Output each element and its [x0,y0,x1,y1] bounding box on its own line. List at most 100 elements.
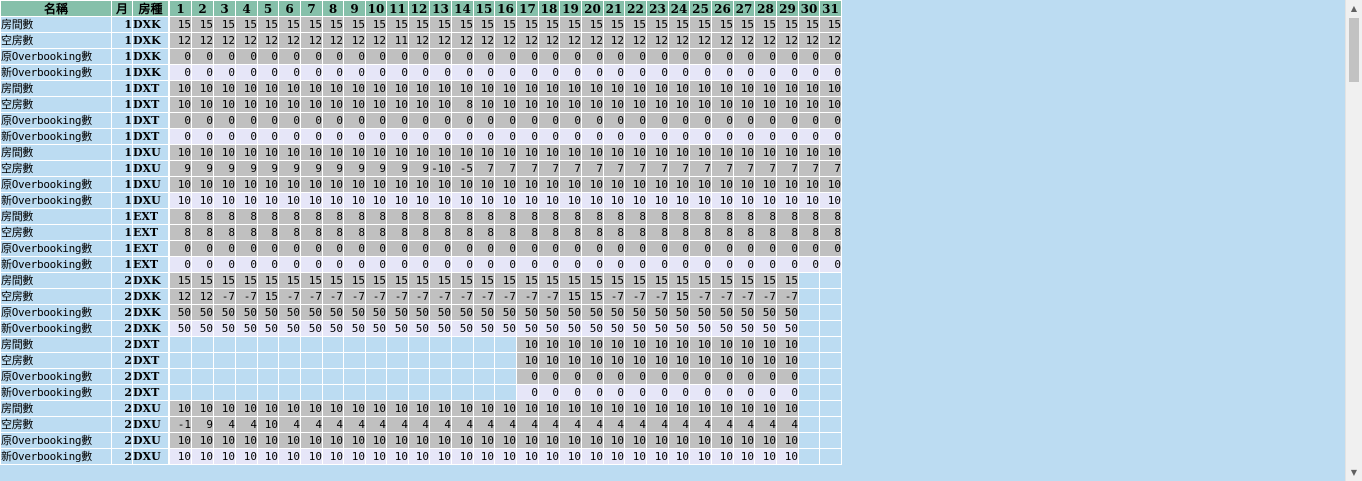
value-cell[interactable]: 12 [538,32,560,49]
value-cell[interactable]: 9 [322,160,344,177]
value-cell[interactable]: 0 [213,48,236,65]
value-cell[interactable]: 0 [581,112,604,129]
value-cell[interactable]: 0 [754,48,777,65]
value-cell[interactable]: 10 [798,176,820,193]
value-cell[interactable]: 10 [191,80,214,97]
value-cell[interactable]: 12 [689,32,712,49]
value-cell[interactable]: 12 [235,32,258,49]
value-cell[interactable]: 10 [624,400,647,417]
value-cell[interactable] [278,384,301,401]
value-cell[interactable]: 15 [646,16,669,33]
value-cell[interactable]: 8 [581,224,604,241]
value-cell[interactable] [408,352,430,369]
value-cell[interactable] [322,336,344,353]
value-cell[interactable]: 10 [386,400,409,417]
value-cell[interactable]: 0 [624,112,647,129]
value-cell[interactable]: 0 [451,256,474,273]
value-cell[interactable] [451,368,474,385]
value-cell[interactable]: 8 [429,224,452,241]
value-cell[interactable]: 10 [429,144,452,161]
value-cell[interactable]: 0 [278,64,301,81]
value-cell[interactable]: 10 [733,192,755,209]
value-cell[interactable] [798,336,820,353]
value-cell[interactable]: 50 [408,304,430,321]
value-cell[interactable]: 50 [516,304,539,321]
value-cell[interactable]: 10 [581,352,604,369]
value-cell[interactable]: 4 [365,416,387,433]
value-cell[interactable]: 15 [257,288,279,305]
value-cell[interactable]: 8 [603,224,625,241]
value-cell[interactable]: 10 [191,448,214,465]
value-cell[interactable]: 10 [624,336,647,353]
value-cell[interactable]: 15 [451,16,474,33]
value-cell[interactable]: 0 [689,64,712,81]
value-cell[interactable]: 4 [235,416,258,433]
value-cell[interactable] [365,352,387,369]
value-cell[interactable]: 50 [624,304,647,321]
value-cell[interactable]: 9 [235,160,258,177]
value-cell[interactable]: 8 [322,208,344,225]
value-cell[interactable]: 0 [278,48,301,65]
value-cell[interactable]: 10 [538,96,560,113]
value-cell[interactable]: 8 [213,208,236,225]
value-cell[interactable]: 50 [235,304,258,321]
value-cell[interactable]: 4 [343,416,366,433]
value-cell[interactable]: 10 [581,400,604,417]
value-cell[interactable]: 10 [473,96,495,113]
value-cell[interactable]: -7 [689,288,712,305]
value-cell[interactable]: 50 [516,320,539,337]
value-cell[interactable]: 10 [668,96,690,113]
value-cell[interactable]: 7 [711,160,734,177]
value-cell[interactable]: 10 [776,80,799,97]
value-cell[interactable]: 10 [365,192,387,209]
value-cell[interactable]: 0 [733,240,755,257]
value-cell[interactable]: 15 [624,16,647,33]
value-cell[interactable]: 10 [754,352,777,369]
value-cell[interactable]: 7 [603,160,625,177]
value-cell[interactable]: 10 [322,96,344,113]
value-cell[interactable]: 15 [191,16,214,33]
value-cell[interactable]: 10 [408,176,430,193]
value-cell[interactable]: 10 [516,448,539,465]
value-cell[interactable]: 0 [278,128,301,145]
value-cell[interactable]: 15 [754,272,777,289]
value-cell[interactable]: 4 [711,416,734,433]
value-cell[interactable]: 0 [689,128,712,145]
value-cell[interactable]: 7 [646,160,669,177]
value-cell[interactable]: 0 [776,128,799,145]
value-cell[interactable]: 8 [733,224,755,241]
value-cell[interactable] [819,288,842,305]
value-cell[interactable]: 0 [386,240,409,257]
value-cell[interactable]: 0 [624,48,647,65]
value-cell[interactable] [191,352,214,369]
value-cell[interactable]: 15 [776,16,799,33]
value-cell[interactable]: 8 [798,208,820,225]
value-cell[interactable]: 50 [451,304,474,321]
value-cell[interactable]: 10 [624,352,647,369]
value-cell[interactable]: 10 [300,144,323,161]
value-cell[interactable] [365,368,387,385]
value-cell[interactable]: 0 [668,368,690,385]
value-cell[interactable]: 10 [169,432,192,449]
value-cell[interactable]: 10 [646,144,669,161]
scroll-up-arrow-icon[interactable]: ▲ [1346,0,1362,17]
value-cell[interactable]: 10 [516,352,539,369]
value-cell[interactable]: 10 [473,176,495,193]
value-cell[interactable]: 10 [624,448,647,465]
value-cell[interactable]: 50 [322,320,344,337]
value-cell[interactable]: 0 [365,128,387,145]
value-cell[interactable]: 15 [169,272,192,289]
value-cell[interactable]: 50 [733,304,755,321]
value-cell[interactable]: 0 [408,240,430,257]
value-cell[interactable]: 7 [516,160,539,177]
value-cell[interactable]: 0 [169,256,192,273]
value-cell[interactable]: 0 [711,240,734,257]
value-cell[interactable]: 10 [538,432,560,449]
value-cell[interactable]: 0 [776,256,799,273]
value-cell[interactable]: 15 [733,16,755,33]
value-cell[interactable]: 50 [322,304,344,321]
value-cell[interactable]: 0 [668,384,690,401]
value-cell[interactable]: 0 [191,64,214,81]
value-cell[interactable]: 0 [733,48,755,65]
value-cell[interactable]: 10 [408,96,430,113]
